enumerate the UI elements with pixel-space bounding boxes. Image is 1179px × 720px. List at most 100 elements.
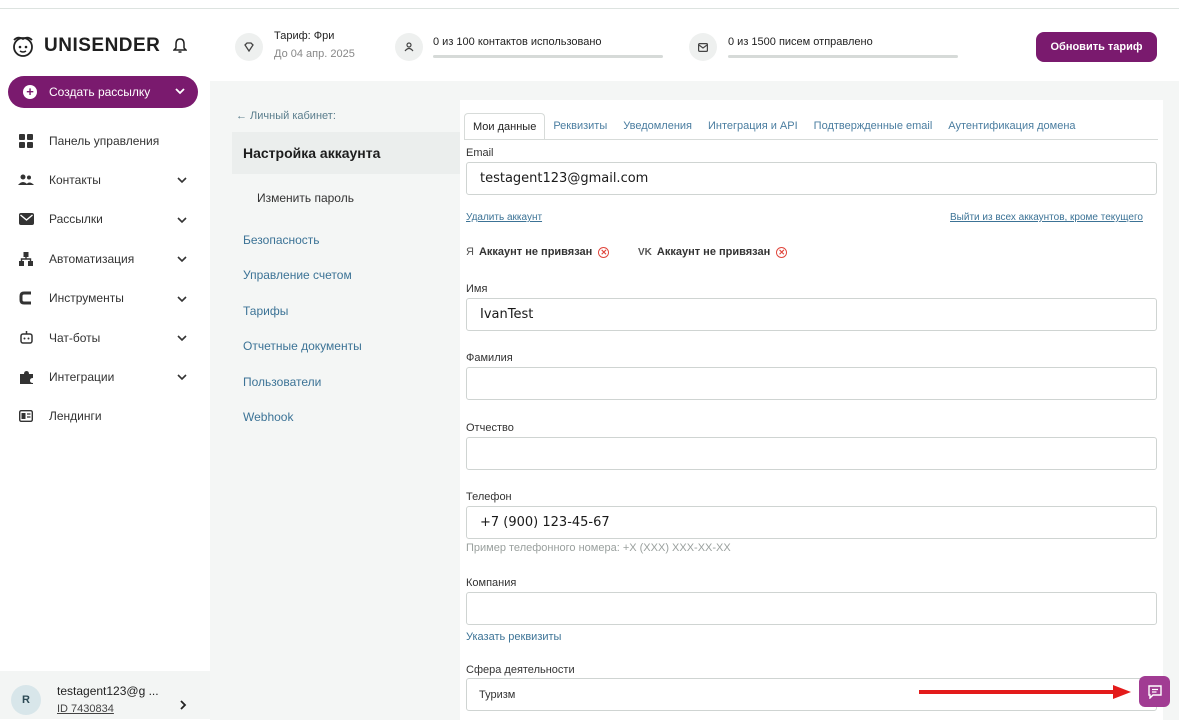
settings-nav: ← Личный кабинет: Настройка аккаунта Изм… — [232, 100, 460, 720]
phone-label: Телефон — [466, 491, 512, 503]
sidebar-item-landings[interactable]: Лендинги — [0, 397, 210, 436]
sidebar-item-integrations[interactable]: Интеграции — [0, 357, 210, 396]
company-label: Компания — [466, 577, 517, 589]
logo[interactable]: UNISENDER — [10, 31, 200, 61]
emails-usage-bar — [728, 55, 958, 58]
settings-title: Настройка аккаунта — [232, 132, 460, 174]
phone-field[interactable] — [466, 506, 1157, 539]
delete-account-link[interactable]: Удалить аккаунт — [466, 212, 542, 223]
user-email: testagent123@g ... — [57, 684, 159, 698]
chevron-down-icon — [177, 177, 187, 184]
sidebar-item-dashboard[interactable]: Панель управления — [0, 121, 210, 160]
plus-icon: + — [23, 85, 37, 99]
brand-name: UNISENDER — [44, 35, 161, 56]
create-campaign-button[interactable]: + Создать рассылку — [8, 76, 198, 108]
settings-item-webhook[interactable]: Webhook — [243, 410, 293, 424]
user-id-link[interactable]: ID 7430834 — [57, 703, 114, 715]
settings-item-security[interactable]: Безопасность — [243, 233, 320, 247]
settings-item-users[interactable]: Пользователи — [243, 375, 321, 389]
sidebar-nav: Панель управления Контакты Рассылки Авто… — [0, 121, 210, 436]
chat-support-button[interactable] — [1139, 676, 1170, 707]
patronymic-field[interactable] — [466, 437, 1157, 470]
landing-icon — [18, 408, 34, 424]
not-linked-icon: ✕ — [598, 246, 610, 258]
chevron-down-icon — [177, 374, 187, 381]
sidebar-item-chatbots[interactable]: Чат-боты — [0, 318, 210, 357]
unisender-logo-icon — [10, 33, 36, 59]
contacts-icon — [18, 172, 34, 188]
name-label: Имя — [466, 283, 488, 295]
settings-item-billing[interactable]: Управление счетом — [243, 268, 352, 282]
sidebar-item-label: Чат-боты — [49, 330, 101, 345]
tab-domain-auth[interactable]: Аутентификация домена — [940, 113, 1083, 139]
chevron-down-icon — [175, 88, 185, 95]
bell-icon[interactable] — [170, 35, 190, 57]
chevron-right-icon — [180, 700, 187, 710]
patronymic-label: Отчество — [466, 422, 514, 434]
sidebar: UNISENDER + Создать рассылку Панель упра… — [0, 9, 210, 720]
settings-item-tariffs[interactable]: Тарифы — [243, 304, 288, 318]
surname-field[interactable] — [466, 367, 1157, 400]
emails-usage: 0 из 1500 писем отправлено — [728, 36, 873, 48]
tab-my-data[interactable]: Мои данные — [464, 113, 546, 139]
yandex-status: Аккаунт не привязан — [478, 246, 593, 258]
diamond-icon — [235, 33, 263, 61]
logout-other-sessions-link[interactable]: Выйти из всех аккаунтов, кроме текущего — [950, 212, 1143, 223]
contacts-usage-icon — [395, 33, 423, 61]
top-bar: Тариф: Фри До 04 апр. 2025 0 из 100 конт… — [210, 9, 1179, 81]
sidebar-item-contacts[interactable]: Контакты — [0, 160, 210, 199]
settings-item-documents[interactable]: Отчетные документы — [243, 339, 362, 353]
surname-label: Фамилия — [466, 352, 513, 364]
email-field[interactable] — [466, 162, 1157, 195]
yandex-binding-status[interactable]: Я Аккаунт не привязан ✕ — [466, 246, 610, 258]
tariff-expiry: До 04 апр. 2025 — [274, 48, 355, 60]
vk-binding-status[interactable]: VK Аккаунт не привязан ✕ — [638, 246, 788, 258]
integrations-icon — [18, 369, 34, 385]
contacts-usage: 0 из 100 контактов использовано — [433, 36, 602, 48]
tab-integration-api[interactable]: Интеграция и API — [700, 113, 806, 139]
name-field[interactable] — [466, 298, 1157, 331]
dashboard-icon — [18, 133, 34, 149]
contacts-usage-bar — [433, 55, 663, 58]
upgrade-tariff-button[interactable]: Обновить тариф — [1036, 32, 1157, 62]
vk-status: Аккаунт не привязан — [656, 246, 771, 258]
tab-confirmed-emails[interactable]: Подтвержденные email — [806, 113, 941, 139]
avatar: R — [11, 685, 41, 715]
sphere-value: Туризм — [479, 689, 516, 701]
chevron-down-icon — [177, 295, 187, 302]
create-campaign-label: Создать рассылку — [49, 85, 151, 99]
sidebar-item-label: Автоматизация — [49, 251, 135, 266]
phone-hint: Пример телефонного номера: +X (XXX) XXX-… — [466, 542, 731, 554]
sidebar-item-label: Интеграции — [49, 370, 115, 385]
arrow-head — [1113, 685, 1131, 699]
company-field[interactable] — [466, 592, 1157, 625]
chevron-down-icon — [177, 335, 187, 342]
tab-notifications[interactable]: Уведомления — [615, 113, 700, 139]
settings-item-change-password[interactable]: Изменить пароль — [257, 191, 354, 205]
tabs-divider — [464, 139, 1158, 140]
sidebar-item-label: Инструменты — [49, 291, 124, 306]
sidebar-item-label: Контакты — [49, 173, 101, 188]
sidebar-item-label: Лендинги — [49, 409, 102, 424]
sphere-label: Сфера деятельности — [466, 664, 575, 676]
mail-usage-icon — [689, 33, 717, 61]
account-form-panel: Мои данные Реквизиты Уведомления Интегра… — [460, 100, 1163, 720]
email-label: Email — [466, 147, 494, 159]
tab-requisites[interactable]: Реквизиты — [545, 113, 615, 139]
sidebar-item-label: Рассылки — [49, 212, 103, 227]
yandex-icon: Я — [466, 246, 474, 258]
vk-icon: VK — [638, 246, 652, 258]
specify-requisites-link[interactable]: Указать реквизиты — [466, 631, 561, 643]
chatbot-icon — [18, 330, 34, 346]
sidebar-item-automation[interactable]: Автоматизация — [0, 239, 210, 278]
user-account-box[interactable]: R testagent123@g ... ID 7430834 — [0, 671, 210, 719]
red-arrow-annotation — [919, 685, 1133, 699]
not-linked-icon: ✕ — [776, 246, 788, 258]
sidebar-item-label: Панель управления — [49, 133, 160, 148]
mail-icon — [18, 211, 34, 227]
chevron-down-icon — [177, 256, 187, 263]
sidebar-item-tools[interactable]: Инструменты — [0, 279, 210, 318]
tools-icon — [18, 290, 34, 306]
sidebar-item-campaigns[interactable]: Рассылки — [0, 200, 210, 239]
back-to-cabinet-link[interactable]: ← Личный кабинет: — [236, 110, 336, 122]
